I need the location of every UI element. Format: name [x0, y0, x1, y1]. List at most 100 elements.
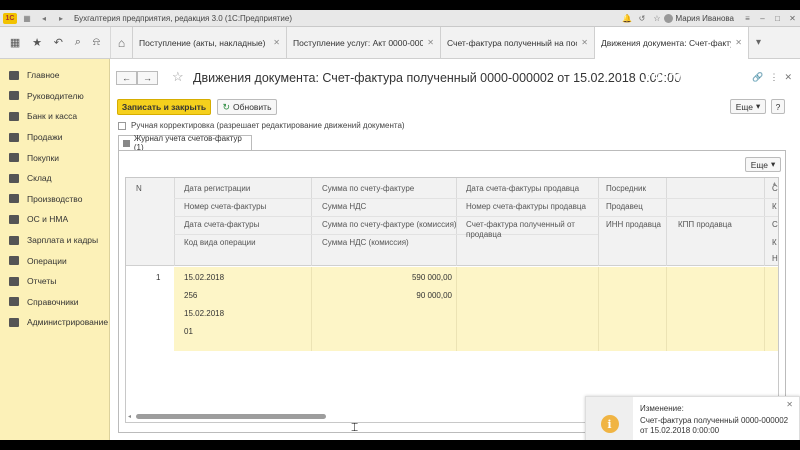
form-window-controls: 🔗 ⋮ ✕: [752, 72, 792, 83]
checkbox-box[interactable]: [118, 121, 126, 130]
sidebar-item-sales[interactable]: Продажи: [0, 127, 109, 148]
header-date-reg[interactable]: Дата регистрации: [184, 184, 250, 193]
tab-close-icon[interactable]: ✕: [427, 38, 434, 47]
link-icon[interactable]: 🔗: [752, 72, 763, 83]
main-content: ← → ☆ Движения документа: Счет-фактура п…: [110, 59, 800, 440]
manual-correction-checkbox[interactable]: Ручная корректировка (разрешает редактир…: [118, 121, 405, 130]
header-intermediary[interactable]: Посредник: [606, 184, 646, 193]
more-actions-button[interactable]: Еще ▾: [730, 99, 766, 114]
tab-document-movements[interactable]: Движения документа: Счет-фактура пол... …: [594, 27, 748, 59]
maximize-icon[interactable]: □: [770, 14, 785, 23]
header-received-invoice-line1[interactable]: Счет-фактура полученный от: [466, 220, 575, 229]
bank-icon: [9, 111, 19, 121]
people-icon: [9, 235, 19, 245]
header-vat-sum[interactable]: Сумма НДС: [322, 202, 366, 211]
header-seller-inn[interactable]: ИНН продавца: [606, 220, 661, 229]
header-vat-sum-commission[interactable]: Сумма НДС (комиссия): [322, 238, 409, 247]
header-operation-code[interactable]: Код вида операции: [184, 238, 256, 247]
header-n[interactable]: N: [136, 184, 142, 193]
home-icon[interactable]: ⌂: [110, 27, 132, 58]
tab-receipts[interactable]: Поступление (акты, накладные) ✕: [132, 27, 286, 59]
more-label: Еще: [750, 159, 768, 170]
search-icon[interactable]: ⌕: [75, 36, 81, 49]
user-name[interactable]: Мария Иванова: [675, 14, 734, 23]
tab-invoice-received[interactable]: Счет-фактура полученный на поступлени...…: [440, 27, 594, 59]
sidebar-item-label: Операции: [27, 255, 67, 266]
sidebar-item-label: Продажи: [27, 132, 63, 143]
sidebar-item-catalogs[interactable]: Справочники: [0, 292, 109, 313]
history-icon[interactable]: ↺: [634, 14, 649, 23]
close-icon[interactable]: ✕: [785, 14, 800, 23]
chevron-down-icon: ▾: [756, 101, 761, 111]
tabs-menu-icon[interactable]: ▾: [748, 27, 768, 58]
forward-button[interactable]: →: [137, 71, 158, 85]
apps-grid-icon[interactable]: ▦: [10, 36, 20, 49]
sidebar-item-label: Отчеты: [27, 276, 57, 287]
sidebar-item-admin[interactable]: Администрирование: [0, 312, 109, 333]
tab-close-icon[interactable]: ✕: [273, 38, 280, 47]
notification-popup[interactable]: i Изменение: Счет-фактура полученный 000…: [585, 396, 800, 440]
notification-link[interactable]: Счет-фактура полученный 0000-000002 от 1…: [640, 416, 790, 436]
header-seller[interactable]: Продавец: [606, 202, 643, 211]
header-invoice-sum-commission[interactable]: Сумма по счету-фактуре (комиссия): [322, 220, 457, 229]
header-extra-2[interactable]: К: [772, 202, 777, 211]
sidebar-item-warehouse[interactable]: Склад: [0, 168, 109, 189]
scroll-up-icon[interactable]: ▴: [773, 180, 776, 187]
header-extra-3[interactable]: С: [772, 220, 778, 229]
table-header: N Дата регистрации Номер счета-фактуры Д…: [126, 178, 778, 266]
favorites-icon[interactable]: ☆: [649, 14, 664, 23]
sidebar-item-bank[interactable]: Банк и касса: [0, 106, 109, 127]
header-extra-4[interactable]: К: [772, 238, 777, 247]
back-small-icon[interactable]: ◂: [37, 13, 51, 24]
scroll-left-icon[interactable]: ◂: [128, 413, 131, 420]
header-seller-invoice-number[interactable]: Номер счета-фактуры продавца: [466, 202, 586, 211]
header-invoice-number[interactable]: Номер счета-фактуры: [184, 202, 266, 211]
assets-icon: [9, 214, 19, 224]
header-seller-kpp[interactable]: КПП продавца: [678, 220, 732, 229]
nav-arrows: ← →: [116, 71, 158, 85]
scroll-thumb[interactable]: [136, 414, 326, 419]
back-button[interactable]: ←: [116, 71, 137, 85]
grid-more-button[interactable]: Еще ▾: [745, 157, 781, 172]
sidebar-item-label: Производство: [27, 193, 83, 204]
refresh-button[interactable]: ↻ Обновить: [217, 99, 277, 115]
tab-close-icon[interactable]: ✕: [581, 38, 588, 47]
star-icon[interactable]: ★: [32, 36, 42, 49]
bell-icon[interactable]: ⍾: [93, 36, 100, 49]
movements-table[interactable]: N Дата регистрации Номер счета-фактуры Д…: [125, 177, 779, 423]
sidebar-item-assets[interactable]: ОС и НМА: [0, 209, 109, 230]
sidebar-item-main[interactable]: Главное: [0, 65, 109, 86]
header-received-invoice-line2[interactable]: продавца: [466, 230, 501, 239]
sidebar-item-salary[interactable]: Зарплата и кадры: [0, 230, 109, 251]
sidebar-item-purchases[interactable]: Покупки: [0, 147, 109, 168]
tab-service-receipt[interactable]: Поступление услуг: Акт 0000-000002 от ..…: [286, 27, 440, 59]
notification-close-icon[interactable]: ✕: [786, 400, 793, 409]
minimize-icon[interactable]: –: [755, 14, 770, 23]
refresh-label: Обновить: [233, 102, 272, 112]
header-seller-invoice-date[interactable]: Дата счета-фактуры продавца: [466, 184, 579, 193]
sidebar-item-reports[interactable]: Отчеты: [0, 271, 109, 292]
save-and-close-button[interactable]: Записать и закрыть: [117, 99, 211, 115]
forward-small-icon[interactable]: ▸: [54, 13, 68, 24]
journal-panel: Еще ▾ N Дата регистрации Номер счета-фак…: [118, 150, 786, 433]
history-clock-icon[interactable]: ↶: [54, 36, 63, 49]
reports-icon: [9, 276, 19, 286]
tab-close-icon[interactable]: ✕: [735, 38, 742, 47]
notifications-icon[interactable]: 🔔: [619, 14, 634, 23]
favorite-star-icon[interactable]: ☆: [172, 69, 184, 85]
form-close-icon[interactable]: ✕: [784, 72, 792, 83]
menu-grid-icon[interactable]: ▦: [20, 13, 34, 24]
header-invoice-sum[interactable]: Сумма по счету-фактуре: [322, 184, 414, 193]
sidebar-item-production[interactable]: Производство: [0, 189, 109, 210]
notification-title: Изменение:: [640, 404, 684, 413]
help-button[interactable]: ?: [771, 99, 785, 114]
tab-label: Движения документа: Счет-фактура пол...: [601, 38, 731, 48]
tab-invoice-journal[interactable]: Журнал учета счетов-фактур (1): [118, 134, 252, 152]
header-extra-5[interactable]: Н: [772, 254, 778, 263]
sidebar-item-management[interactable]: Руководителю: [0, 86, 109, 107]
sidebar-item-operations[interactable]: Операции: [0, 250, 109, 271]
header-invoice-date[interactable]: Дата счета-фактуры: [184, 220, 259, 229]
app-menu-icon[interactable]: ≡: [740, 14, 755, 23]
row-number-cell: [126, 267, 174, 351]
more-vertical-icon[interactable]: ⋮: [769, 72, 778, 83]
